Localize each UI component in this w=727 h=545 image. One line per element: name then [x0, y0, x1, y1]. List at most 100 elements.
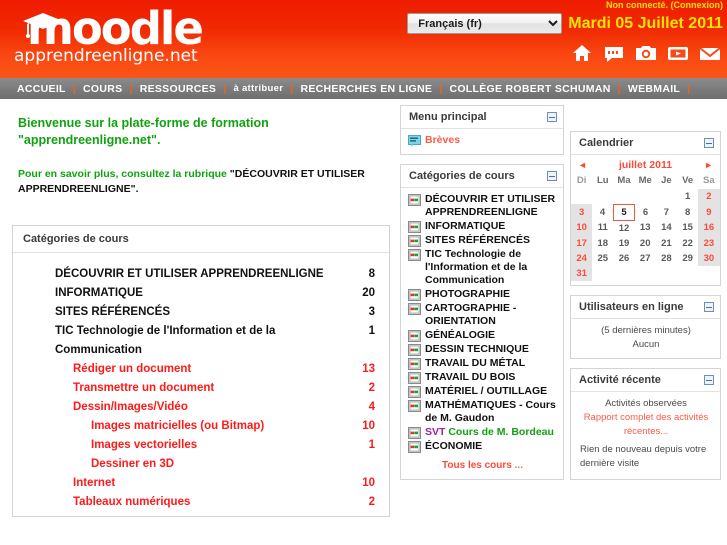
course-category-row[interactable]: DÉCOUVRIR ET UTILISER APPRENDREENLIGNE 8 — [13, 265, 389, 284]
calendar-day-cell[interactable]: 13 — [635, 220, 656, 236]
chat-icon[interactable] — [603, 42, 625, 64]
home-icon[interactable] — [571, 42, 593, 64]
course-category-row[interactable]: Internet 10 — [13, 474, 389, 493]
course-category-name[interactable]: Dessiner en 3D — [91, 455, 345, 474]
course-category-name[interactable]: INFORMATIQUE — [55, 284, 345, 303]
collapse-icon[interactable] — [547, 112, 557, 122]
calendar-day-cell[interactable]: 5 — [612, 203, 636, 221]
course-category-row[interactable]: Images vectorielles 1 — [13, 436, 389, 455]
category-list-item[interactable]: CARTOGRAPHIE - ORIENTATION — [408, 302, 557, 328]
calendar-day-cell[interactable]: 14 — [656, 220, 677, 236]
course-category-row[interactable]: Transmettre un document 2 — [13, 379, 389, 398]
calendar-day-cell[interactable]: 21 — [656, 236, 677, 251]
video-icon[interactable] — [667, 42, 689, 64]
course-category-row[interactable]: INFORMATIQUE 20 — [13, 284, 389, 303]
course-category-name[interactable]: Dessin/Images/Vidéo — [73, 398, 345, 417]
mail-icon[interactable] — [699, 42, 721, 64]
collapse-icon[interactable] — [704, 301, 714, 312]
category-list-item[interactable]: INFORMATIQUE — [408, 220, 557, 233]
course-category-name[interactable]: DÉCOUVRIR ET UTILISER APPRENDREENLIGNE — [55, 265, 345, 284]
nav-item-cours[interactable]: COURS — [76, 83, 129, 95]
category-list-item-label[interactable]: INFORMATIQUE — [425, 220, 505, 233]
nav-item-ressources[interactable]: RESSOURCES — [133, 83, 224, 95]
recent-activity-report-link[interactable]: Rapport complet des activités récentes..… — [578, 411, 714, 439]
category-list-item-label[interactable]: MATÉRIEL / OUTILLAGE — [425, 385, 547, 398]
camera-icon[interactable] — [635, 42, 657, 64]
category-list-item-label[interactable]: TIC Technologie de l'Information et de l… — [425, 248, 557, 287]
nav-item-a-attribuer[interactable]: à attribuer — [226, 83, 290, 94]
category-list-item[interactable]: SVT Cours de M. Bordeau — [408, 426, 557, 439]
calendar-day-cell[interactable]: 22 — [677, 236, 698, 251]
nav-item-college-robert-schuman[interactable]: COLLÈGE ROBERT SCHUMAN — [442, 83, 617, 95]
category-list-item[interactable]: DESSIN TECHNIQUE — [408, 343, 557, 356]
calendar-day-cell[interactable]: 1 — [677, 189, 698, 204]
category-list-item-label[interactable]: TRAVAIL DU BOIS — [425, 371, 515, 384]
collapse-icon[interactable] — [704, 138, 714, 148]
course-category-name[interactable]: Internet — [73, 474, 345, 493]
category-list-item[interactable]: MATHÉMATIQUES - Cours de M. Gaudon — [408, 399, 557, 425]
list-item[interactable]: Brèves — [408, 134, 557, 147]
category-list-item-label[interactable]: MATHÉMATIQUES - Cours de M. Gaudon — [425, 399, 557, 425]
course-category-name[interactable]: Tableaux numériques — [73, 493, 345, 512]
course-category-name[interactable]: SITES RÉFÉRENCÉS — [55, 303, 345, 322]
course-category-row[interactable]: TIC Technologie de l'Information et de l… — [13, 322, 389, 360]
course-category-row[interactable]: Dessiner en 3D — [13, 455, 389, 474]
nav-item-webmail[interactable]: WEBMAIL — [621, 83, 687, 95]
calendar-day-cell[interactable]: 4 — [592, 204, 613, 220]
site-logo[interactable]: moodle apprendreenligne.net — [10, 4, 210, 74]
category-list-item-label[interactable]: SITES RÉFÉRENCÉS — [425, 234, 530, 247]
collapse-icon[interactable] — [704, 374, 714, 385]
calendar-day-cell[interactable]: 19 — [613, 236, 634, 251]
category-list-item[interactable]: MATÉRIEL / OUTILLAGE — [408, 385, 557, 398]
calendar-day-cell[interactable]: 26 — [613, 251, 634, 266]
calendar-day-cell[interactable]: 6 — [635, 204, 656, 220]
calendar-day-cell[interactable]: 25 — [592, 251, 613, 266]
calendar-day-cell[interactable]: 20 — [635, 236, 656, 251]
all-courses-link[interactable]: Tous les cours ... — [408, 460, 557, 471]
course-category-row[interactable]: Dessin/Images/Vidéo 4 — [13, 398, 389, 417]
calendar-day-cell[interactable]: 31 — [571, 265, 593, 281]
nav-item-accueil[interactable]: ACCUEIL — [10, 83, 73, 95]
calendar-day-cell[interactable]: 30 — [698, 250, 720, 266]
calendar-day-cell[interactable]: 11 — [592, 220, 613, 236]
calendar-day-cell[interactable]: 9 — [698, 204, 720, 220]
category-list-item[interactable]: TRAVAIL DU MÉTAL — [408, 357, 557, 370]
course-category-row[interactable]: Images matricielles (ou Bitmap) 10 — [13, 417, 389, 436]
calendar-next-icon[interactable]: ► — [704, 160, 713, 170]
category-list-item[interactable]: TIC Technologie de l'Information et de l… — [408, 248, 557, 287]
calendar-day-cell[interactable]: 3 — [571, 204, 593, 220]
category-list-item-label[interactable]: ÉCONOMIE — [425, 440, 482, 453]
calendar-day-cell[interactable]: 27 — [635, 251, 656, 266]
calendar-day-cell[interactable]: 7 — [656, 204, 677, 220]
calendar-prev-icon[interactable]: ◄ — [578, 160, 587, 170]
category-list-item-label[interactable]: GÉNÉALOGIE — [425, 329, 495, 342]
calendar-day-cell[interactable]: 29 — [677, 251, 698, 266]
calendar-day-cell[interactable]: 17 — [571, 235, 593, 251]
category-list-item[interactable]: PHOTOGRAPHIE — [408, 288, 557, 301]
category-list-item[interactable]: DÉCOUVRIR ET UTILISER APPRENDREENLIGNE — [408, 193, 557, 219]
calendar-day-cell[interactable]: 8 — [677, 204, 698, 220]
menu-item-breves[interactable]: Brèves — [425, 134, 460, 147]
collapse-icon[interactable] — [547, 171, 557, 181]
category-list-item-label[interactable]: TRAVAIL DU MÉTAL — [425, 357, 525, 370]
course-category-name[interactable]: Images vectorielles — [91, 436, 345, 455]
calendar-day-cell[interactable]: 15 — [677, 220, 698, 236]
calendar-day-cell[interactable]: 10 — [571, 220, 593, 236]
category-list-item-label[interactable]: CARTOGRAPHIE - ORIENTATION — [425, 302, 557, 328]
category-list-item-label[interactable]: DÉCOUVRIR ET UTILISER APPRENDREENLIGNE — [425, 193, 557, 219]
language-select[interactable]: Français (fr) — [407, 13, 563, 34]
category-list-item[interactable]: GÉNÉALOGIE — [408, 329, 557, 342]
course-category-name[interactable]: Images matricielles (ou Bitmap) — [91, 417, 345, 436]
course-category-row[interactable]: Rédiger un document 13 — [13, 360, 389, 379]
category-list-item[interactable]: TRAVAIL DU BOIS — [408, 371, 557, 384]
category-list-item-label[interactable]: SVT Cours de M. Bordeau — [425, 426, 554, 439]
nav-item-recherches-en-ligne[interactable]: RECHERCHES EN LIGNE — [293, 83, 439, 95]
calendar-day-cell[interactable]: 2 — [698, 189, 720, 204]
category-list-item[interactable]: SITES RÉFÉRENCÉS — [408, 234, 557, 247]
calendar-day-cell[interactable]: 23 — [698, 235, 720, 251]
calendar-day-cell[interactable]: 28 — [656, 251, 677, 266]
calendar-day-cell[interactable]: 18 — [592, 236, 613, 251]
category-list-item[interactable]: ÉCONOMIE — [408, 440, 557, 453]
course-category-name[interactable]: Transmettre un document — [73, 379, 345, 398]
course-category-row[interactable]: SITES RÉFÉRENCÉS 3 — [13, 303, 389, 322]
